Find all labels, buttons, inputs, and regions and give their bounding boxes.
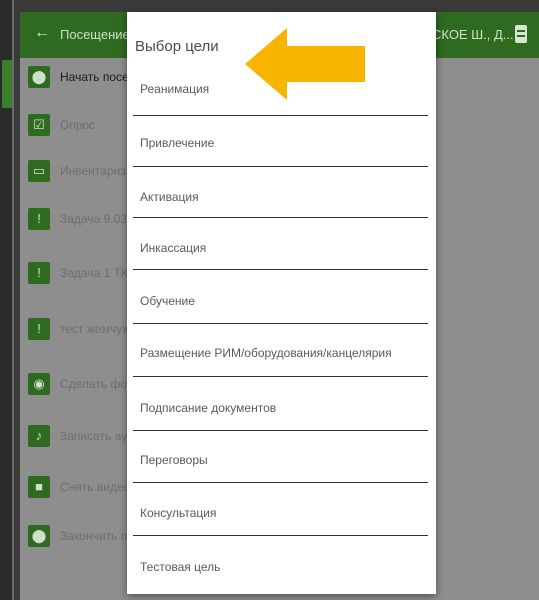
goal-option-label: Реанимация [140, 82, 210, 96]
location-pin-icon: ⬤ [28, 525, 50, 547]
goal-option-label: Привлечение [140, 136, 215, 150]
camera-icon: ◉ [28, 373, 50, 395]
back-arrow-icon[interactable]: ← [34, 24, 50, 42]
goal-option-label: Переговоры [140, 453, 208, 467]
option-divider [133, 217, 428, 218]
option-divider [133, 166, 428, 167]
list-item[interactable]: ▭ Инвентаризац [20, 160, 140, 200]
goal-option-label: Тестовая цель [140, 560, 221, 574]
page-title-tail: СКОЕ Ш., Д... [432, 27, 514, 42]
goal-option-label: Подписание документов [140, 401, 277, 415]
list-item[interactable]: ♪ Записать ауди [20, 425, 140, 465]
option-divider [133, 482, 428, 483]
goal-option-label: Инкассация [140, 241, 207, 255]
frame-divider [12, 0, 14, 600]
document-icon[interactable] [515, 25, 527, 43]
alert-icon: ! [28, 262, 50, 284]
alert-icon: ! [28, 318, 50, 340]
monitor-icon: ▭ [28, 160, 50, 182]
checkbox-icon: ☑ [28, 114, 50, 136]
option-divider [133, 430, 428, 431]
list-item-label: Снять видео [60, 480, 131, 494]
goal-option-label: Активация [140, 190, 199, 204]
list-item[interactable]: ⬤ Закончить пос [20, 525, 140, 565]
list-item[interactable]: ! Задача 9.03 [20, 208, 140, 248]
outer-frame [0, 0, 14, 600]
list-item[interactable]: ☑ Опрос [20, 114, 140, 154]
option-divider [133, 323, 428, 324]
goal-option-label: Обучение [140, 294, 195, 308]
location-pin-icon: ⬤ [28, 66, 50, 88]
list-item-label: Задача 9.03 [60, 212, 127, 226]
dialog-title: Выбор цели [135, 38, 219, 55]
list-item[interactable]: ■ Снять видео [20, 476, 140, 516]
microphone-icon: ♪ [28, 425, 50, 447]
alert-icon: ! [28, 208, 50, 230]
list-item-label: Опрос [60, 118, 96, 132]
option-divider [133, 269, 428, 270]
video-icon: ■ [28, 476, 50, 498]
annotation-arrow-icon [245, 28, 365, 100]
list-item[interactable]: ! Задача 1 ТК Ти [20, 262, 145, 302]
option-divider [133, 535, 428, 536]
option-divider [133, 376, 428, 377]
option-divider [133, 115, 428, 116]
goal-option-label: Консультация [140, 506, 217, 520]
list-item[interactable]: ◉ Сделать фото [20, 373, 140, 413]
goal-option-label: Размещение РИМ/оборудования/канцелярия [140, 346, 392, 360]
list-item[interactable]: ! тест жемчужин [20, 318, 144, 358]
list-item[interactable]: ⬤ Начать посеще [20, 66, 145, 106]
